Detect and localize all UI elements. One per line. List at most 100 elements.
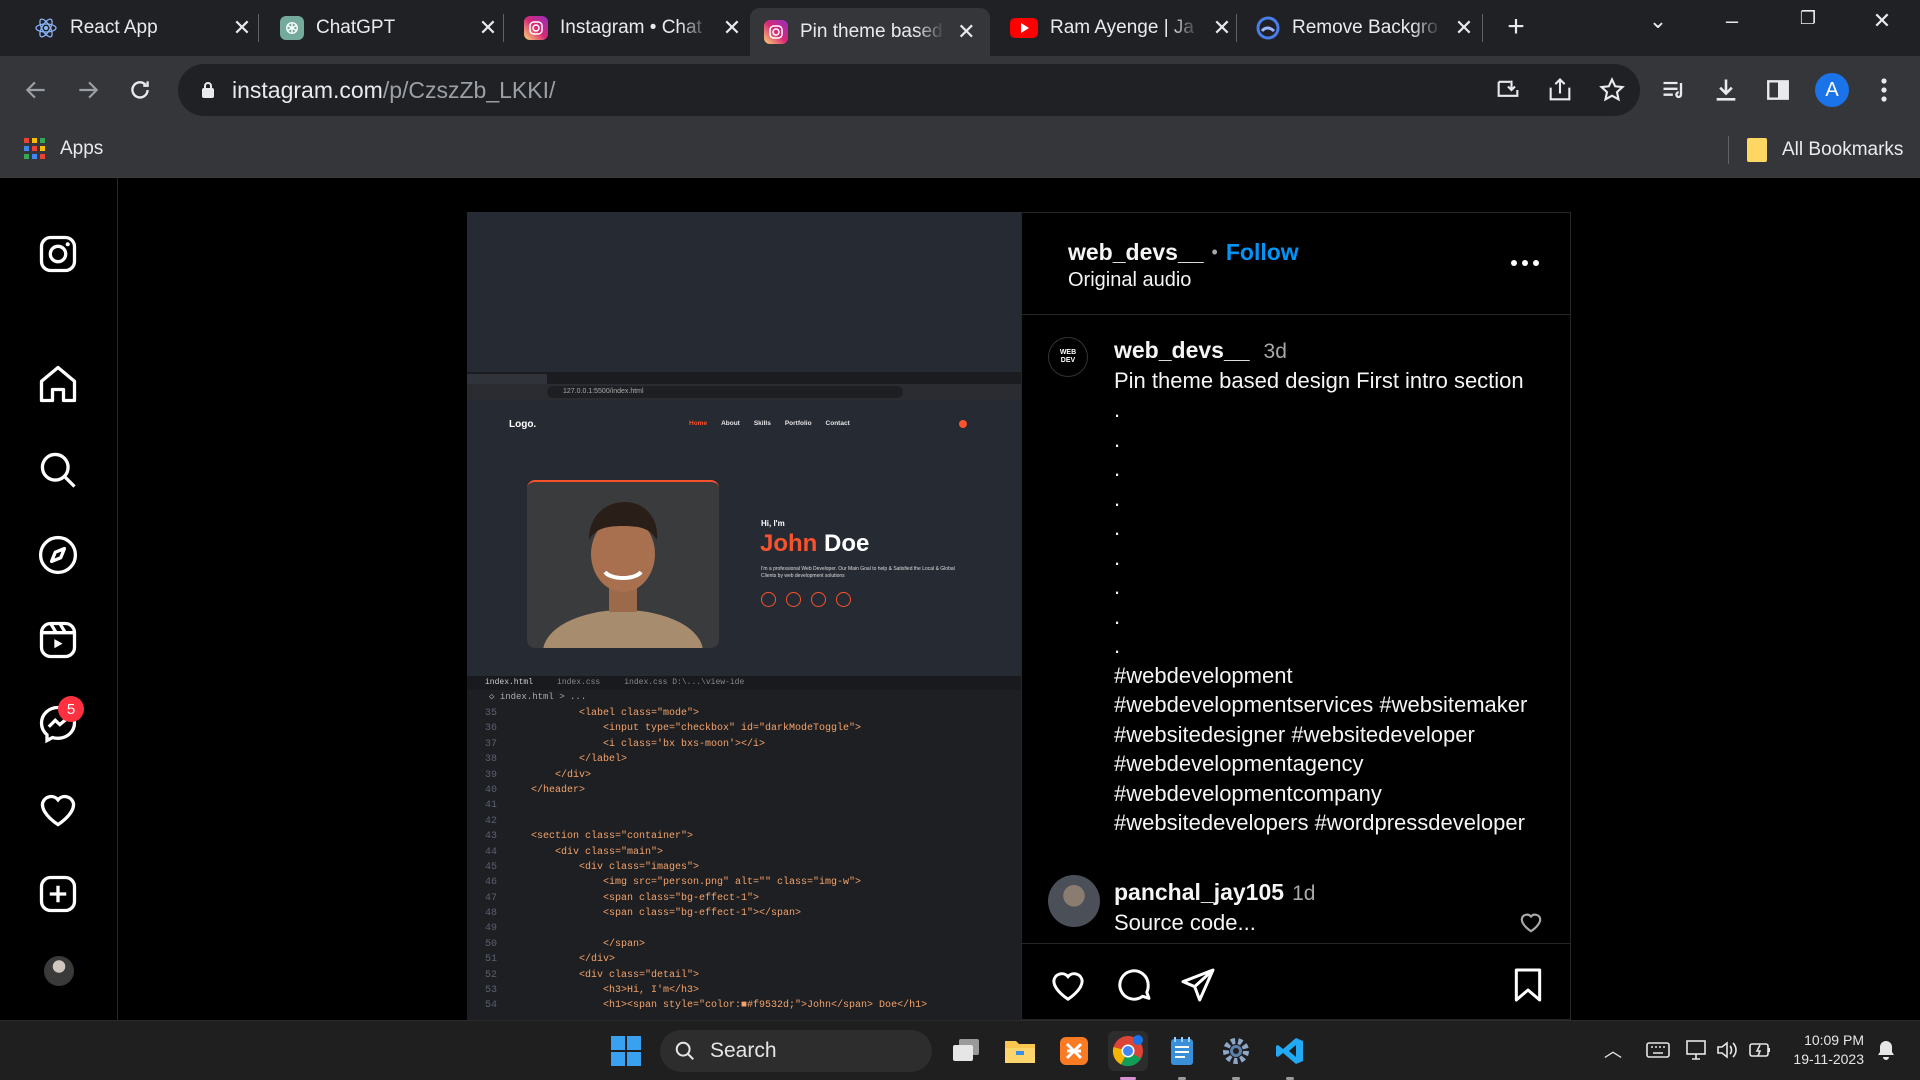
apps-shortcut[interactable]: Apps — [24, 138, 103, 160]
youtube-icon — [1010, 18, 1038, 38]
close-icon[interactable]: ✕ — [1454, 15, 1474, 41]
hero-greeting: Hi, I'm — [761, 519, 785, 528]
show-hidden-icons-chevron-icon[interactable]: ︿ — [1604, 1037, 1622, 1063]
code-text: <div class="detail"> — [507, 969, 700, 981]
all-bookmarks-button[interactable]: All Bookmarks — [1746, 137, 1903, 163]
line-number: 54 — [484, 1000, 497, 1012]
line-number: 47 — [484, 892, 497, 904]
clock[interactable]: 10:09 PM 19-11-2023 — [1784, 1031, 1864, 1069]
mini-browser-tabbar — [467, 372, 1021, 384]
hero-blurb: I'm a professional Web Developer. Our Ma… — [761, 566, 955, 579]
minimize-button[interactable]: – — [1712, 8, 1752, 40]
tab-instagram-chat[interactable]: Instagram • Chat ✕ — [510, 8, 756, 48]
notification-bell-icon[interactable] — [1876, 1039, 1896, 1061]
code-editor: index.html index.css index.css D:\...\vi… — [467, 676, 1021, 1020]
tab-react-app[interactable]: React App ✕ — [20, 8, 266, 48]
tab-remove-bg[interactable]: Remove Backgro ✕ — [1242, 8, 1488, 48]
removebg-icon — [1256, 16, 1280, 40]
keyboard-icon[interactable] — [1646, 1040, 1670, 1060]
post-media[interactable]: 127.0.0.1:5500/index.html Logo. Home Abo… — [467, 212, 1021, 1020]
code-line: 36 <input type="checkbox" id="darkModeTo… — [467, 721, 1021, 736]
share-icon[interactable] — [1178, 965, 1218, 1005]
search-label: Search — [710, 1039, 777, 1062]
audio-label[interactable]: Original audio — [1068, 269, 1191, 292]
reels-icon[interactable] — [36, 618, 80, 662]
file-explorer-icon[interactable] — [1000, 1031, 1040, 1071]
network-icon[interactable] — [1684, 1039, 1708, 1061]
caption-block: web_devs__ 3d Pin theme based design Fir… — [1114, 337, 1554, 838]
post-author-username[interactable]: web_devs__ — [1068, 239, 1204, 266]
tab-pin-theme[interactable]: Pin theme based ✕ — [750, 8, 990, 56]
code-line: 40 </header> — [467, 783, 1021, 798]
comment-like-icon[interactable] — [1518, 909, 1544, 935]
start-button[interactable] — [606, 1031, 646, 1071]
comment-icon[interactable] — [1114, 965, 1154, 1005]
new-tab-button[interactable]: + — [1496, 10, 1536, 43]
close-icon[interactable]: ✕ — [722, 15, 742, 41]
restore-button[interactable]: ❐ — [1788, 8, 1828, 40]
taskbar-search[interactable]: Search — [660, 1030, 932, 1072]
caption-author-avatar[interactable]: WEB DEV — [1048, 337, 1088, 377]
code-line: 41 — [467, 798, 1021, 813]
close-icon[interactable]: ✕ — [957, 19, 976, 45]
messages-badge: 5 — [58, 696, 84, 722]
back-button[interactable] — [16, 70, 56, 110]
messages-button[interactable]: 5 — [36, 696, 84, 746]
site-nav-link: Skills — [753, 420, 771, 427]
task-view-icon[interactable] — [946, 1031, 986, 1071]
save-icon[interactable] — [1508, 965, 1548, 1005]
comment-username[interactable]: panchal_jay105 — [1114, 879, 1284, 906]
person-photo — [543, 502, 703, 648]
chrome-taskbar-icon[interactable] — [1108, 1031, 1148, 1071]
commenter-avatar[interactable] — [1048, 875, 1100, 927]
close-window-button[interactable]: ✕ — [1862, 8, 1902, 40]
tab-search-chevron-icon[interactable]: ⌄ — [1638, 8, 1678, 40]
tab-chatgpt[interactable]: ChatGPT ✕ — [266, 8, 512, 48]
bookmark-star-icon[interactable] — [1598, 76, 1626, 110]
settings-icon[interactable] — [1216, 1031, 1256, 1071]
install-app-icon[interactable] — [1494, 76, 1522, 110]
tab-title: Ram Ayenge | Ja — [1050, 17, 1195, 38]
line-number: 41 — [484, 800, 497, 812]
tab-youtube[interactable]: Ram Ayenge | Ja ✕ — [996, 8, 1246, 48]
caption-hashtags[interactable]: #webdevelopment #webdevelopmentservices … — [1114, 661, 1554, 838]
social-icons — [761, 592, 851, 607]
arrow-left-icon — [25, 81, 45, 99]
line-number: 35 — [484, 708, 497, 719]
xampp-icon[interactable] — [1054, 1031, 1094, 1071]
vscode-icon[interactable] — [1270, 1031, 1310, 1071]
url-path: /p/CzszZb_LKKI/ — [382, 76, 556, 103]
share-page-icon[interactable] — [1546, 76, 1574, 110]
line-number: 53 — [484, 985, 497, 997]
line-number: 45 — [484, 861, 497, 873]
side-panel-icon[interactable] — [1758, 70, 1798, 110]
profile-button[interactable]: A — [1812, 70, 1852, 110]
bookmarks-bar: Apps All Bookmarks — [0, 124, 1920, 178]
code-line: 43 <section class="container"> — [467, 829, 1021, 844]
close-icon[interactable]: ✕ — [232, 15, 252, 41]
battery-icon[interactable] — [1748, 1039, 1772, 1061]
code-text: <h1><span style="color:■#f9532d;">John</… — [507, 1000, 928, 1012]
close-icon[interactable]: ✕ — [1212, 15, 1232, 41]
notepad-icon[interactable] — [1162, 1031, 1202, 1071]
explore-icon[interactable] — [36, 533, 80, 577]
instagram-logo-icon[interactable] — [36, 232, 80, 276]
media-controls-icon[interactable] — [1654, 70, 1694, 110]
create-icon[interactable] — [36, 872, 80, 916]
notifications-heart-icon[interactable] — [36, 787, 80, 831]
like-icon[interactable] — [1048, 965, 1088, 1005]
close-icon[interactable]: ✕ — [478, 15, 498, 41]
forward-button[interactable] — [68, 70, 108, 110]
chrome-menu-icon[interactable] — [1864, 70, 1904, 110]
volume-icon[interactable] — [1716, 1039, 1740, 1061]
home-icon[interactable] — [36, 362, 80, 406]
reload-button[interactable] — [120, 70, 160, 110]
more-options-icon[interactable] — [1510, 259, 1540, 267]
follow-button[interactable]: Follow — [1226, 239, 1299, 266]
address-bar[interactable]: instagram.com/p/CzszZb_LKKI/ — [178, 64, 1640, 116]
search-icon[interactable] — [36, 448, 80, 492]
downloads-icon[interactable] — [1706, 70, 1746, 110]
tab-title: Remove Backgro — [1292, 17, 1438, 38]
profile-avatar[interactable] — [44, 956, 74, 986]
caption-username[interactable]: web_devs__ — [1114, 337, 1250, 364]
